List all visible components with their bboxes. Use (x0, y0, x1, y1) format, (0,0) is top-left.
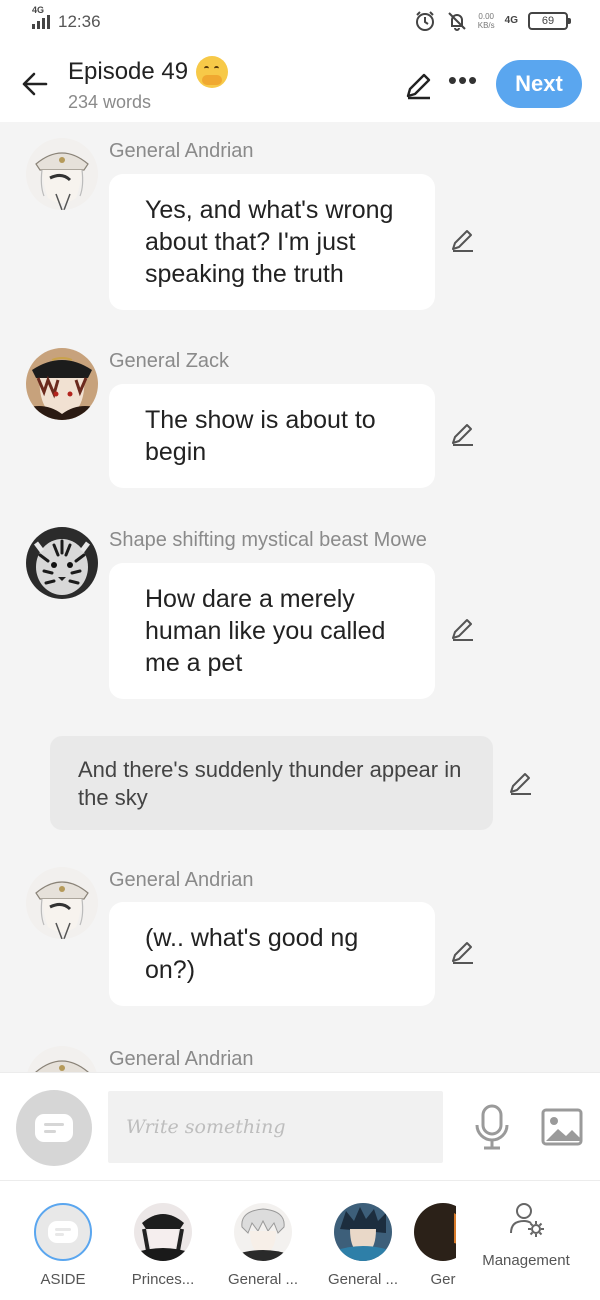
character-label: ASIDE (40, 1271, 86, 1288)
mute-bell-icon (448, 12, 466, 31)
chat-area[interactable]: General Andrian Yes, and what's wrong ab… (0, 122, 600, 1072)
aside-avatar (34, 1203, 92, 1261)
network-type: 4G (504, 15, 518, 26)
character-bar: ASIDE Princes... General ... General ... (0, 1180, 600, 1300)
word-count: 234 words (68, 92, 152, 112)
edit-narration-pencil-icon[interactable] (506, 768, 536, 798)
header: Episode 49 234 words ••• Next (0, 46, 600, 122)
avatar-tiger[interactable] (26, 527, 98, 599)
avatar (334, 1203, 392, 1261)
character-item-aside[interactable]: ASIDE (15, 1201, 111, 1293)
message-bubble[interactable]: Yes, and what's wrong about that? I'm ju… (109, 174, 435, 310)
speaker-name: Shape shifting mystical beast Mowe (109, 529, 427, 551)
alarm-icon (415, 11, 434, 31)
avatar-general-zack[interactable] (26, 348, 98, 420)
edit-message-pencil-icon[interactable] (448, 225, 478, 255)
character-item-princess[interactable]: Princes... (115, 1201, 211, 1293)
message-bubble[interactable]: How dare a merely human like you called … (109, 563, 435, 699)
character-label: General ... (227, 1271, 299, 1288)
edit-message-pencil-icon[interactable] (448, 419, 478, 449)
avatar-general-andrian[interactable] (26, 867, 98, 939)
edit-title-pencil-icon[interactable] (402, 68, 436, 102)
chat-bubble-icon (48, 1221, 78, 1243)
more-options-icon[interactable]: ••• (446, 67, 480, 100)
network-speed: 0.00 KB/s (477, 12, 495, 30)
avatar-general-andrian[interactable] (26, 138, 98, 210)
speaker-name: General Zack (109, 350, 230, 372)
avatar (134, 1203, 192, 1261)
avatar-general-andrian[interactable] (26, 1046, 98, 1072)
speaker-name: General Andrian (109, 140, 254, 162)
hand-over-mouth-emoji-icon (196, 56, 229, 88)
clock: 12:36 (58, 12, 101, 31)
avatar (234, 1203, 292, 1261)
battery-icon: 69 (528, 12, 571, 30)
character-item-partial[interactable]: Ger (395, 1201, 456, 1293)
character-item-general[interactable]: General ... (215, 1201, 311, 1293)
narration-bubble[interactable]: And there's suddenly thunder appear in t… (50, 736, 493, 830)
message-bubble[interactable]: The show is about to begin (109, 384, 435, 488)
next-button[interactable]: Next (496, 60, 582, 108)
character-list[interactable]: ASIDE Princes... General ... General ... (0, 1181, 456, 1300)
microphone-icon[interactable] (470, 1103, 514, 1151)
management-label: Management (482, 1252, 570, 1269)
character-label: Ger (430, 1271, 456, 1288)
edit-message-pencil-icon[interactable] (448, 614, 478, 644)
message-input[interactable] (108, 1091, 443, 1163)
speaker-name: General Andrian (109, 1048, 254, 1070)
back-arrow-icon[interactable] (16, 64, 56, 104)
edit-message-pencil-icon[interactable] (448, 937, 478, 967)
episode-title: Episode 49 (68, 58, 189, 85)
page-title: Episode 49 (68, 56, 229, 88)
aside-toggle-button[interactable] (16, 1090, 92, 1166)
management-button[interactable]: Management (470, 1199, 582, 1289)
avatar (414, 1203, 456, 1261)
message-bubble[interactable]: (w.. what's good ng on?) (109, 902, 435, 1006)
image-icon[interactable] (540, 1105, 584, 1149)
status-bar: 4G 12:36 0.00 KB/s 4G 69 (0, 0, 600, 46)
composer-bar (0, 1072, 600, 1180)
character-label: Princes... (131, 1271, 195, 1288)
story-editor-screen: 4G 12:36 0.00 KB/s 4G 69 Episode 49 234 w… (0, 0, 600, 1300)
signal-icon: 4G (32, 5, 50, 29)
user-settings-icon (510, 1203, 544, 1237)
chat-bubble-icon (35, 1114, 73, 1142)
speaker-name: General Andrian (109, 869, 254, 891)
